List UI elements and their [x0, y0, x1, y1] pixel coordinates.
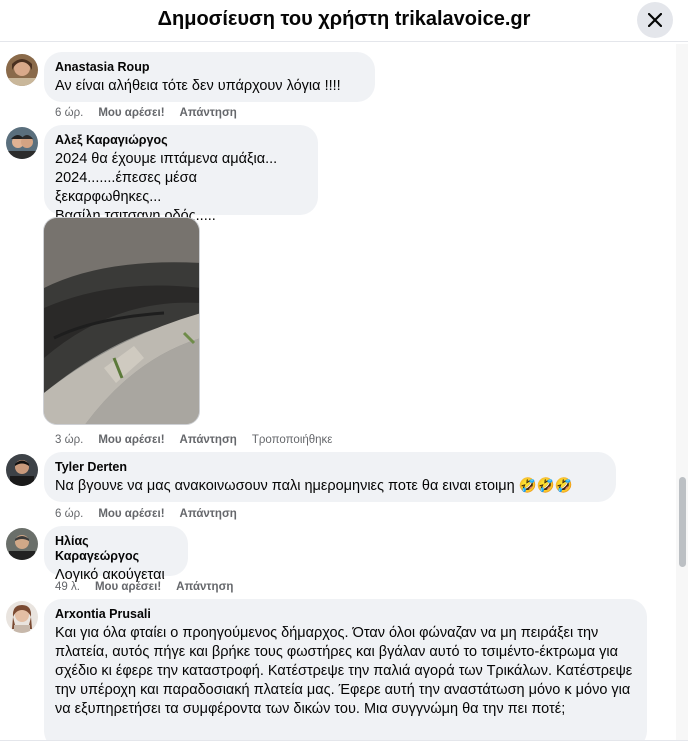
avatar[interactable] — [6, 54, 38, 86]
avatar[interactable] — [6, 454, 38, 486]
comment-text: Και για όλα φταίει ο προηγούμενος δήμαρχ… — [55, 625, 633, 717]
dialog-header: Δημοσίευση του χρήστη trikalavoice.gr — [0, 0, 688, 42]
like-button[interactable]: Μου αρέσει! — [95, 580, 161, 594]
comment-author[interactable]: Anastasia Roup — [55, 60, 363, 75]
comment-bubble: Αλεξ Καραγιώργος 2024 θα έχουμε ιπτάμενα… — [44, 125, 318, 224]
avatar[interactable] — [6, 528, 38, 560]
dialog-title: Δημοσίευση του χρήστη trikalavoice.gr — [157, 8, 531, 30]
comment-actions: 6 ώρ. Μου αρέσει! Απάντηση — [55, 507, 237, 521]
avatar[interactable] — [6, 127, 38, 159]
comment-author[interactable]: Αλεξ Καραγιώργος — [55, 133, 306, 148]
reply-button[interactable]: Απάντηση — [180, 433, 237, 447]
comment-time[interactable]: 6 ώρ. — [55, 106, 83, 120]
comment-bubble: Ηλίας Καραγεώργος Λογικό ακούγεται — [44, 526, 188, 583]
like-button[interactable]: Μου αρέσει! — [98, 106, 164, 120]
like-button[interactable]: Μου αρέσει! — [98, 507, 164, 521]
comments-list[interactable]: Anastasia Roup Αν είναι αλήθεια τότε δεν… — [0, 43, 688, 740]
reply-button[interactable]: Απάντηση — [180, 106, 237, 120]
like-button[interactable]: Μου αρέσει! — [98, 433, 164, 447]
attached-photo[interactable] — [43, 217, 200, 425]
reply-button[interactable]: Απάντηση — [176, 580, 233, 594]
comment-text: Αν είναι αλήθεια τότε δεν υπάρχουν λόγια… — [55, 78, 341, 94]
comment-time[interactable]: 3 ώρ. — [55, 433, 83, 447]
comment-bubble: Anastasia Roup Αν είναι αλήθεια τότε δεν… — [44, 52, 375, 102]
avatar[interactable] — [6, 601, 38, 633]
edited-label: Τροποποιήθηκε — [251, 434, 333, 446]
close-button[interactable] — [637, 2, 673, 38]
comment-actions: 49 λ. Μου αρέσει! Απάντηση — [55, 580, 233, 594]
reply-button[interactable]: Απάντηση — [180, 507, 237, 521]
comment-actions: 6 ώρ. Μου αρέσει! Απάντηση — [55, 106, 237, 120]
pothole-photo — [44, 218, 199, 424]
comment-author[interactable]: Tyler Derten — [55, 460, 604, 475]
scrollbar-thumb[interactable] — [679, 477, 686, 567]
close-icon — [648, 13, 662, 27]
comment-bubble: Arxontia Prusali Και για όλα φταίει ο πρ… — [44, 599, 647, 740]
comment-time[interactable]: 6 ώρ. — [55, 507, 83, 521]
scrollbar[interactable] — [676, 44, 688, 740]
comment-author[interactable]: Ηλίας Καραγεώργος — [55, 534, 176, 564]
comment-author[interactable]: Arxontia Prusali — [55, 607, 635, 622]
comment-time[interactable]: 49 λ. — [55, 580, 80, 594]
dialog-footer-edge — [0, 740, 688, 748]
comment-bubble: Tyler Derten Να βγουνε να μας ανακοινωσο… — [44, 452, 616, 502]
comment-text: 2024 θα έχουμε ιπτάμενα αμάξια... 2024..… — [55, 151, 278, 224]
comment-text: Να βγουνε να μας ανακοινωσουν παλι ημερο… — [55, 478, 573, 494]
comment-actions: 3 ώρ. Μου αρέσει! Απάντηση Τροποποιήθηκε — [55, 433, 332, 447]
